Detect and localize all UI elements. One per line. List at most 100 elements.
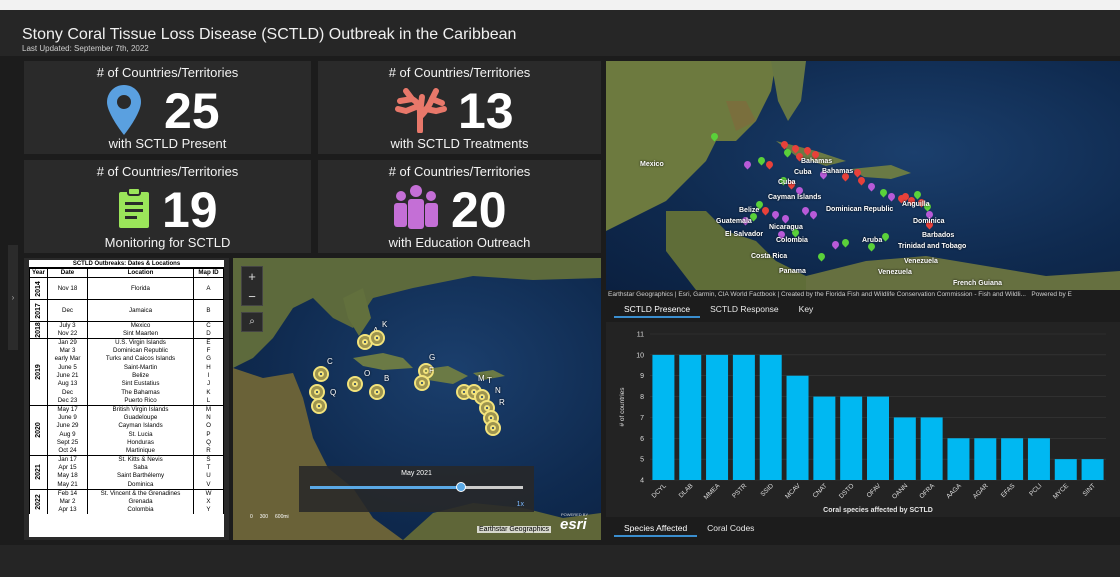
bar-cnat [813,396,836,480]
time-slider-label: May 2021 [401,470,432,477]
map-id-cell: F [193,347,224,356]
map-search-button[interactable]: ⌕ [241,312,263,332]
last-updated: Last Updated: September 7th, 2022 [22,44,149,53]
year-cell: 2014 [29,277,48,300]
map-id-cell: L [193,396,224,406]
page-title: Stony Coral Tissue Loss Disease (SCTLD) … [22,26,517,43]
esri-logo: esri [560,516,587,533]
tab-coral-codes[interactable]: Coral Codes [697,519,764,537]
scale-label: 300 [259,514,269,520]
card-subtitle: Monitoring for SCTLD [104,235,231,250]
bar-efas [1001,438,1024,480]
x-tick-label: CNAT [812,482,829,499]
table-row: May 21 Dominica V [30,480,224,490]
date-cell: Dec [47,299,88,322]
table-row: June 9 Guadeloupe N [30,413,224,423]
map-attribution: Earthstar Geographics [477,526,552,533]
bar-dsto [840,396,863,480]
country-presence-map[interactable]: Mexico Bahamas Cuba Cuba Bahamas Cayman … [606,61,1120,290]
card-subtitle: with Education Outreach [388,235,531,250]
tab-key[interactable]: Key [789,300,824,318]
map-id-cell: R [193,446,224,456]
card-monitoring: # of Countries/Territories 19 Monitoring… [24,160,311,253]
location-cell: Belize [87,371,194,381]
map-id-cell: Q [193,438,224,447]
marker-label: M [478,374,485,383]
coral-icon [395,88,447,133]
bar-mcav [786,375,809,480]
window-top-edge [0,0,1120,10]
map-label: Belize [739,207,760,214]
time-slider-thumb[interactable] [456,482,467,492]
year-cell: 2017 [29,299,48,322]
outbreak-marker-o[interactable] [347,376,363,392]
outbreak-marker-q[interactable] [311,398,327,414]
table-row: 2020 May 17 British Virgin Islands M [29,404,224,456]
country-map-landmass [606,61,1120,290]
map-id-cell: V [193,480,224,490]
map-label: Mexico [640,161,664,168]
marker-label: O [364,369,371,378]
tab-sctld-response[interactable]: SCTLD Response [700,300,789,318]
year-label: 2020 [34,422,42,439]
table-row: June 29 Cayman Islands O [30,422,224,431]
bar-ofra [920,417,943,480]
x-tick-label: MCAV [784,482,802,500]
outbreaks-grid: Year Date Location Map ID 2014 Nov 18 Flor… [29,268,224,515]
time-slider-track[interactable] [310,482,523,492]
date-cell: Apr 13 [47,505,88,515]
location-cell: Honduras [87,438,194,447]
y-tick-label: 5 [640,457,644,464]
zoom-out-button[interactable]: − [242,287,262,307]
time-slider[interactable]: May 2021 1x [299,466,534,512]
map-id-cell: K [193,388,224,397]
map-id-cell: O [193,422,224,431]
year-cell: 2021 [29,454,48,490]
location-cell: Sint Maarten [87,330,194,339]
date-cell: May 17 [47,404,88,414]
outbreak-marker-f[interactable] [414,375,430,391]
x-tick-label: OANN [891,482,909,500]
date-cell: Nov 22 [47,330,88,339]
tab-species-affected[interactable]: Species Affected [614,519,698,537]
map-label: Aruba [862,237,883,244]
year-label: 2021 [34,464,42,481]
dashboard-header: Stony Coral Tissue Loss Disease (SCTLD) … [0,10,1120,56]
outbreak-marker-x[interactable] [485,420,501,436]
zoom-in-button[interactable]: + [242,267,262,287]
x-axis-label: Coral species affected by SCTLD [823,507,933,514]
card-title: # of Countries/Territories [388,164,531,179]
search-icon: ⌕ [249,316,255,327]
map-id-cell: I [193,371,224,381]
chevron-right-icon: › [11,293,15,302]
location-cell: Colombia [87,505,194,515]
outbreak-marker-k[interactable] [369,330,385,346]
x-tick-label: DSTO [838,482,856,500]
time-slider-fill [310,486,462,489]
marker-label: Q [330,388,337,397]
table-row: early Mar Turks and Caicos Islands G [30,355,224,364]
date-cell: Feb 14 [47,488,88,498]
card-sctld-treatments: # of Countries/Territories 13 with SCTLD… [318,61,601,154]
powered-by-text: Powered by E [1031,291,1072,298]
tab-sctld-presence[interactable]: SCTLD Presence [614,300,701,318]
side-panel-toggle[interactable]: › [8,245,18,350]
map-id-cell: D [193,330,224,339]
map-label: Bahamas [801,158,833,165]
outbreak-marker-b[interactable] [369,384,385,400]
year-label: 2014 [34,280,42,297]
map-label: Venezuela [904,258,938,265]
location-cell: Saint Barthélemy [87,472,194,481]
date-cell: Mar 2 [47,497,88,506]
outbreak-marker-c[interactable] [313,366,329,382]
scale-label: 0 [250,514,253,520]
location-cell: Cayman Islands [87,422,194,431]
bar-oann [893,417,916,480]
bar-mmea [706,354,729,480]
marker-label: R [499,398,505,407]
table-row: Aug 9 St. Lucia P [30,430,224,439]
playback-speed[interactable]: 1x [517,501,524,508]
bar-sint [1081,459,1104,480]
table-row: Apr 13 Colombia Y [30,505,224,515]
map-id-cell: T [193,463,224,473]
